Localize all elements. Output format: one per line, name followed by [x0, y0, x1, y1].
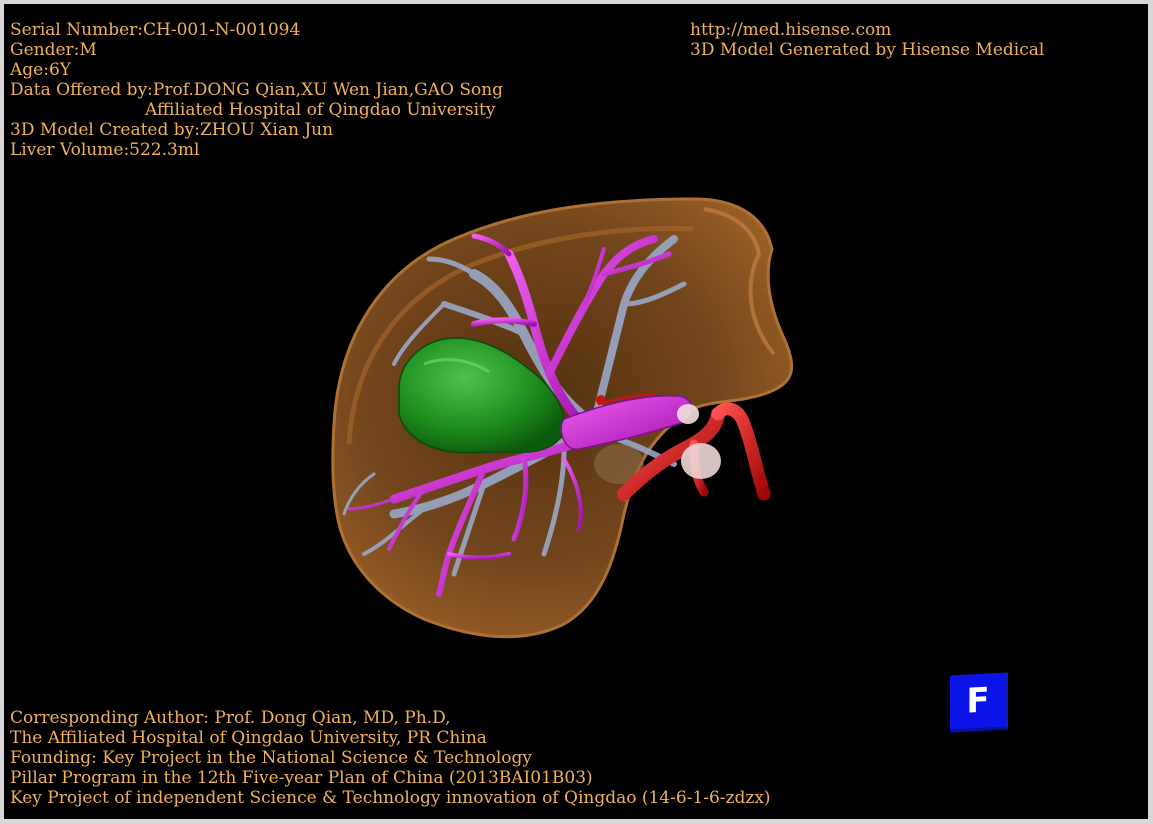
viewer-frame: Serial Number:CH-001-N-001094 Gender:M A… [0, 0, 1153, 824]
vendor-url: http://med.hisense.com [690, 20, 892, 40]
orientation-label: F [966, 680, 990, 722]
hospital-name: Affiliated Hospital of Qingdao Universit… [145, 100, 496, 120]
liver-volume: Liver Volume:522.3ml [10, 140, 200, 160]
vendor-credit: 3D Model Generated by Hisense Medical [690, 40, 1045, 60]
data-offered-by: Data Offered by:Prof.DONG Qian,XU Wen Ji… [10, 80, 504, 100]
model-created-by: 3D Model Created by:ZHOU Xian Jun [10, 120, 334, 140]
funding-line-1: Founding: Key Project in the National Sc… [10, 748, 532, 768]
funding-line-3: Key Project of independent Science & Tec… [10, 788, 771, 808]
gender: Gender:M [10, 40, 97, 60]
patient-info-panel: Serial Number:CH-001-N-001094 Gender:M A… [10, 20, 503, 160]
corresponding-author: Corresponding Author: Prof. Dong Qian, M… [10, 708, 451, 728]
age: Age:6Y [10, 60, 71, 80]
credits-panel: Corresponding Author: Prof. Dong Qian, M… [10, 708, 771, 808]
funding-line-2: Pillar Program in the 12th Five-year Pla… [10, 768, 593, 788]
serial-number: Serial Number:CH-001-N-001094 [10, 20, 301, 40]
author-affiliation: The Affiliated Hospital of Qingdao Unive… [10, 728, 487, 748]
orientation-cube-front[interactable]: F [950, 672, 1008, 733]
vendor-info-panel: http://med.hisense.com 3D Model Generate… [690, 20, 1044, 60]
